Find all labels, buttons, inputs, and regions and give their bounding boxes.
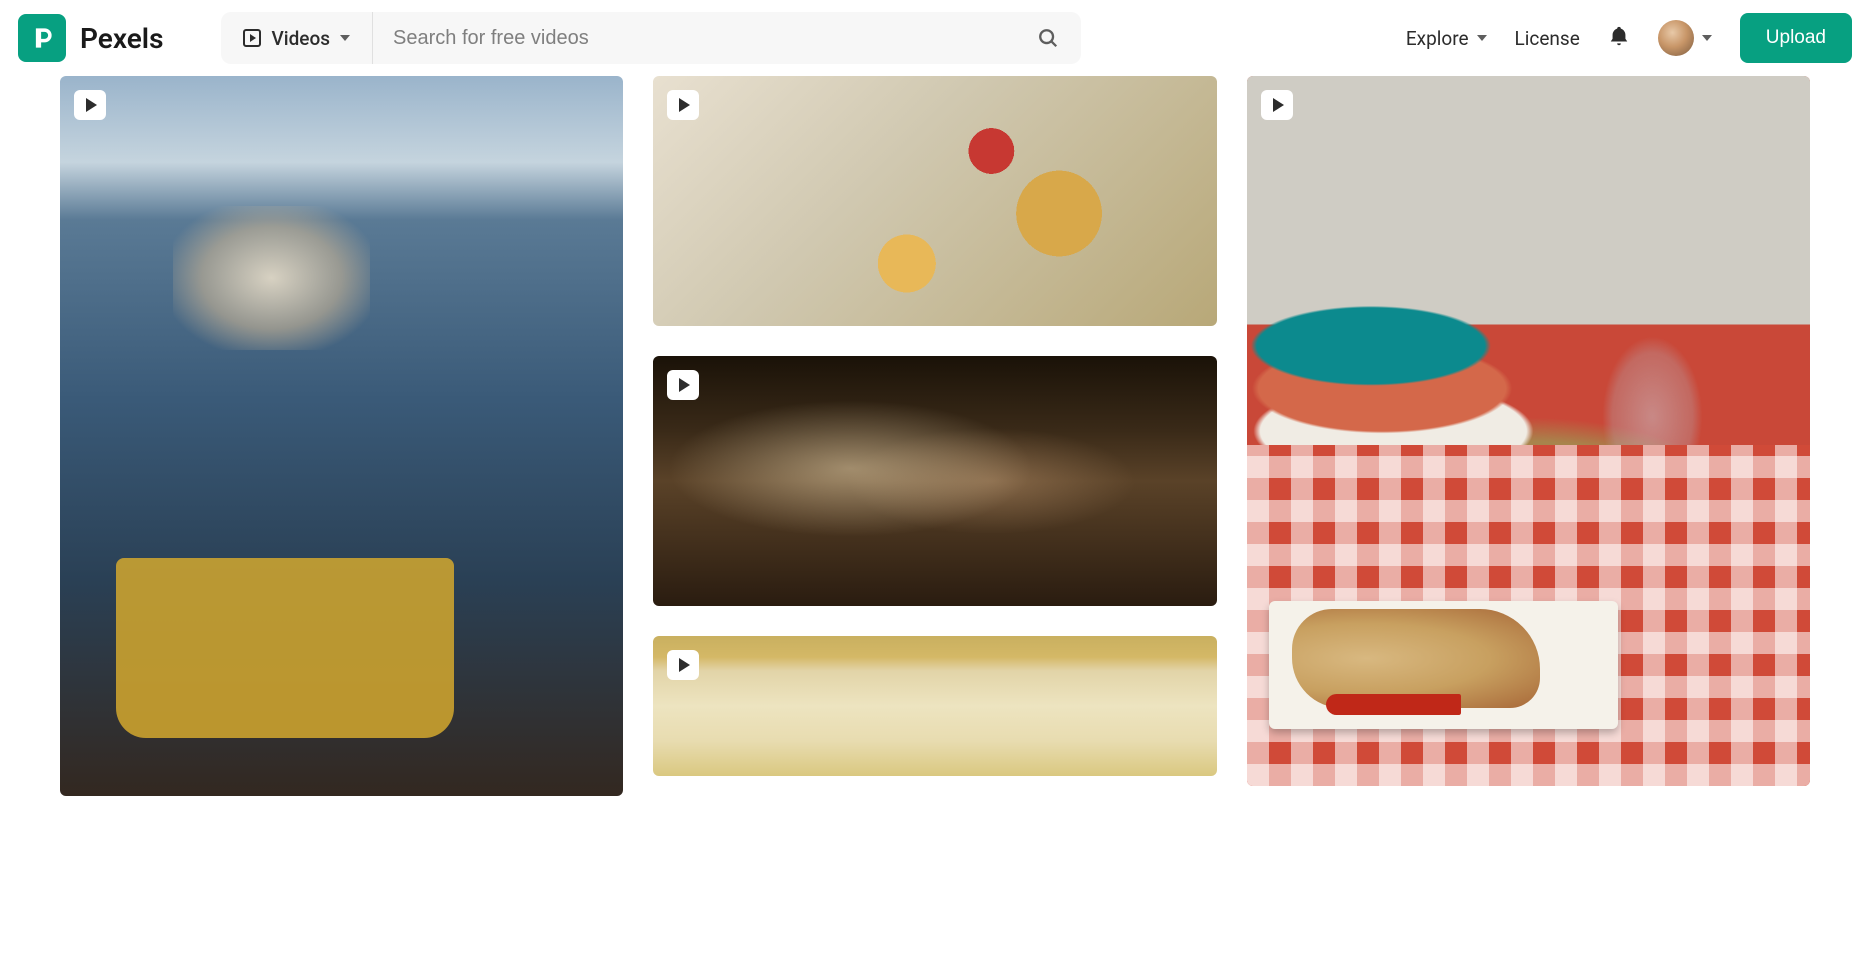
avatar bbox=[1658, 20, 1694, 56]
notifications-button[interactable] bbox=[1608, 25, 1630, 51]
video-gallery bbox=[0, 76, 1870, 816]
video-card[interactable] bbox=[653, 356, 1216, 606]
play-icon bbox=[1261, 90, 1293, 120]
video-thumbnail bbox=[653, 76, 1216, 326]
main-header: Pexels Videos Explore License bbox=[0, 0, 1870, 76]
gallery-column bbox=[653, 76, 1216, 776]
user-menu[interactable] bbox=[1658, 20, 1712, 56]
upload-button[interactable]: Upload bbox=[1740, 13, 1852, 63]
bell-icon bbox=[1608, 25, 1630, 47]
nav-license[interactable]: License bbox=[1515, 27, 1580, 50]
video-thumbnail bbox=[653, 356, 1216, 606]
search-icon bbox=[1037, 27, 1059, 49]
nav-license-label: License bbox=[1515, 27, 1580, 50]
chevron-down-icon bbox=[340, 35, 350, 41]
nav-explore-label: Explore bbox=[1406, 27, 1469, 50]
gallery-column bbox=[60, 76, 623, 796]
logo-icon bbox=[18, 14, 66, 62]
nav-explore[interactable]: Explore bbox=[1406, 27, 1487, 50]
video-thumbnail bbox=[60, 76, 623, 796]
search-bar: Videos bbox=[221, 12, 1081, 64]
play-icon bbox=[667, 650, 699, 680]
search-type-selector[interactable]: Videos bbox=[221, 12, 373, 64]
chevron-down-icon bbox=[1702, 35, 1712, 41]
video-card[interactable] bbox=[653, 636, 1216, 776]
search-button[interactable] bbox=[1015, 27, 1081, 49]
logo-group[interactable]: Pexels bbox=[18, 14, 163, 62]
brand-name: Pexels bbox=[80, 22, 163, 55]
video-card[interactable] bbox=[653, 76, 1216, 326]
nav-right: Explore License Upload bbox=[1406, 13, 1852, 63]
video-type-icon bbox=[243, 29, 261, 47]
video-thumbnail bbox=[1247, 76, 1810, 786]
gallery-column bbox=[1247, 76, 1810, 786]
play-icon bbox=[667, 90, 699, 120]
video-card[interactable] bbox=[60, 76, 623, 796]
play-icon bbox=[74, 90, 106, 120]
video-thumbnail bbox=[653, 636, 1216, 776]
chevron-down-icon bbox=[1477, 35, 1487, 41]
video-card[interactable] bbox=[1247, 76, 1810, 786]
search-input[interactable] bbox=[373, 12, 1015, 64]
play-icon bbox=[667, 370, 699, 400]
search-type-label: Videos bbox=[271, 27, 330, 50]
